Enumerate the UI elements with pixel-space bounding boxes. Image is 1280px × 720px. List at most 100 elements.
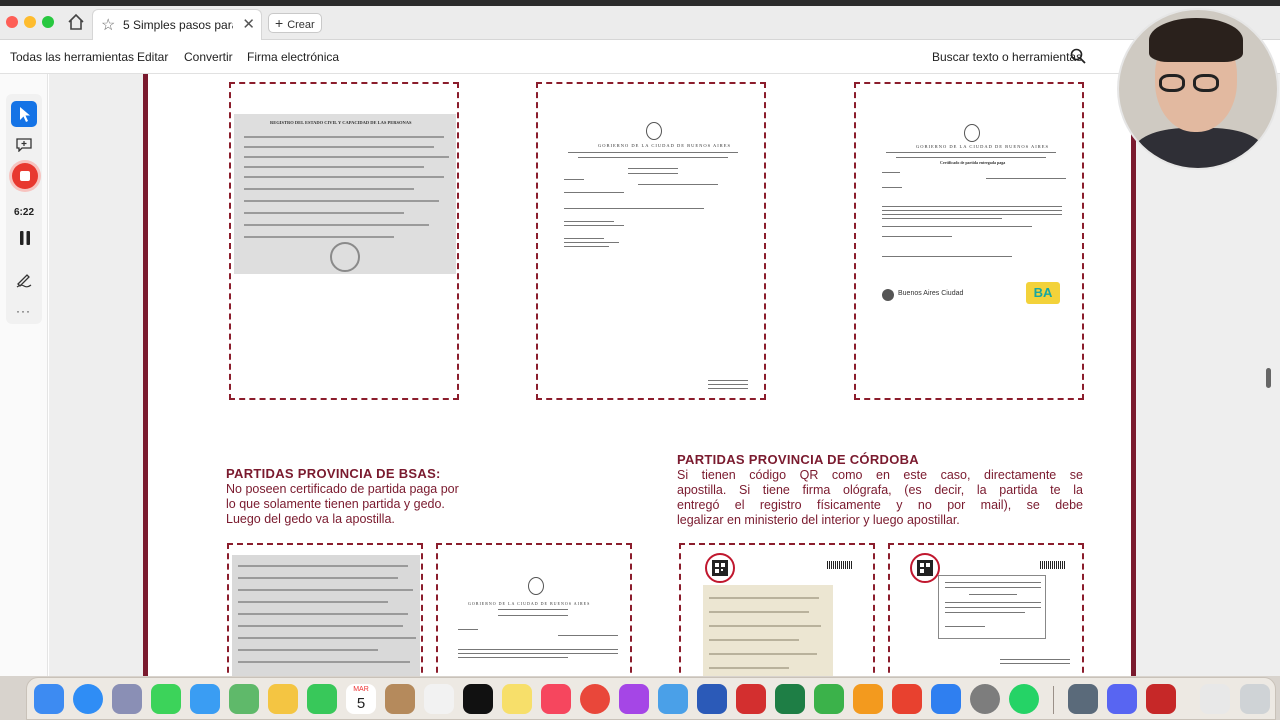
recording-time: 6:22 — [13, 207, 34, 218]
select-tool-icon[interactable] — [11, 101, 37, 127]
podcasts-icon[interactable] — [619, 684, 649, 714]
scanned-cordoba-record — [703, 585, 833, 680]
creative-cloud-icon[interactable] — [892, 684, 922, 714]
app-store-icon[interactable] — [931, 684, 961, 714]
zoom-window-button[interactable] — [42, 16, 54, 28]
minimize-window-button[interactable] — [24, 16, 36, 28]
document-frame-certificado: GOBIERNO DE LA CIUDAD DE BUENOS AIRES Ce… — [854, 82, 1084, 400]
tab-document[interactable]: ☆ 5 Simples pasos para a... ✕ — [92, 9, 262, 40]
plus-icon: + — [275, 15, 284, 31]
document-frame-registro: REGISTRO DEL ESTADO CIVIL Y CAPACIDAD DE… — [229, 82, 459, 400]
photos-icon[interactable] — [268, 684, 298, 714]
home-icon[interactable] — [66, 12, 86, 32]
ba-ciudad-label: Buenos Aires Ciudad — [898, 290, 964, 297]
digital-certificate-box — [938, 575, 1046, 639]
pages-icon[interactable] — [853, 684, 883, 714]
barcode-icon-2 — [1040, 561, 1066, 569]
contacts-icon[interactable] — [385, 684, 415, 714]
close-window-button[interactable] — [6, 16, 18, 28]
maps-icon[interactable] — [229, 684, 259, 714]
screen-recorder-icon[interactable] — [1068, 684, 1098, 714]
ba-logo: BA — [1026, 282, 1060, 304]
comment-icon[interactable] — [16, 138, 32, 153]
glasses-right — [1193, 74, 1219, 92]
chrome-icon[interactable] — [580, 684, 610, 714]
word-icon[interactable] — [697, 684, 727, 714]
search-icon[interactable] — [1070, 48, 1086, 64]
search-tools-label[interactable]: Buscar texto o herramientas — [932, 50, 1082, 64]
tab-title: 5 Simples pasos para a... — [123, 18, 233, 32]
cordoba-body-line-3: entregó el registro físicamente y no por… — [677, 498, 1083, 512]
webcam-overlay[interactable] — [1117, 8, 1279, 170]
gob-header-2: GOBIERNO DE LA CIUDAD DE BUENOS AIRES — [916, 144, 1050, 149]
barcode-icon — [827, 561, 853, 569]
safari-icon[interactable] — [73, 684, 103, 714]
document-frame-bsas-partida: GOBIERNO DE LA CIUDAD DE BUENOS AIRES — [436, 543, 632, 683]
pdf-page: REGISTRO DEL ESTADO CIVIL Y CAPACIDAD DE… — [143, 74, 1136, 683]
qr-code-icon-2 — [910, 553, 940, 583]
preview-icon[interactable] — [658, 684, 688, 714]
whatsapp-icon[interactable] — [1009, 684, 1039, 714]
cert-title: Certificado de partida entregada paga — [940, 160, 1006, 165]
create-button[interactable]: + Crear — [268, 13, 322, 33]
browser-tab-bar: ☆ 5 Simples pasos para a... ✕ +Crear — [0, 6, 1280, 40]
gob-header-3: GOBIERNO DE LA CIUDAD DE BUENOS AIRES — [468, 601, 591, 606]
left-tool-rail: 6:22 ··· — [0, 74, 48, 676]
qr-code-icon — [705, 553, 735, 583]
more-options-icon[interactable]: ··· — [16, 304, 31, 318]
presenter-body — [1133, 128, 1265, 168]
convert-menu[interactable]: Convertir — [184, 50, 233, 64]
document-viewport: REGISTRO DEL ESTADO CIVIL Y CAPACIDAD DE… — [49, 74, 1280, 683]
finder-icon[interactable] — [34, 684, 64, 714]
sign-pen-icon[interactable] — [15, 270, 33, 288]
document-frame-cordoba-digital — [888, 543, 1084, 683]
cordoba-body-line-1: Si tienen código QR como en este caso, d… — [677, 468, 1083, 482]
discord-icon[interactable] — [1107, 684, 1137, 714]
acrobat-doc-icon[interactable] — [1146, 684, 1176, 714]
ba-ciudad-icon — [882, 289, 894, 301]
close-tab-icon[interactable]: ✕ — [242, 15, 255, 33]
cordoba-body-line-4: legalizar en ministerio del interior y l… — [677, 513, 960, 527]
edit-menu[interactable]: Editar — [137, 50, 168, 64]
bsas-body-line-1: No poseen certificado de partida paga po… — [226, 482, 459, 496]
messages-icon[interactable] — [151, 684, 181, 714]
stop-recording-button[interactable] — [12, 163, 38, 189]
registro-header: REGISTRO DEL ESTADO CIVIL Y CAPACIDAD DE… — [270, 120, 412, 125]
coat-of-arms-icon — [646, 122, 662, 140]
coat-of-arms-icon-3 — [528, 577, 544, 595]
calendar-day: 5 — [356, 695, 366, 712]
numbers-icon[interactable] — [814, 684, 844, 714]
bsas-body-line-3: Luego del gedo va la apostilla. — [226, 512, 395, 526]
launchpad-icon[interactable] — [112, 684, 142, 714]
all-tools-menu[interactable]: Todas las herramientas — [10, 50, 134, 64]
e-sign-menu[interactable]: Firma electrónica — [247, 50, 339, 64]
vertical-scrollbar-thumb[interactable] — [1266, 368, 1271, 388]
notes-icon[interactable] — [502, 684, 532, 714]
mail-icon[interactable] — [190, 684, 220, 714]
music-icon[interactable] — [541, 684, 571, 714]
scanned-birth-record: REGISTRO DEL ESTADO CIVIL Y CAPACIDAD DE… — [234, 114, 456, 274]
reminders-icon[interactable] — [424, 684, 454, 714]
bsas-title: PARTIDAS PROVINCIA DE BSAS: — [226, 466, 441, 481]
system-settings-icon[interactable] — [970, 684, 1000, 714]
acrobat-toolbar: Todas las herramientas Editar Convertir … — [0, 40, 1280, 74]
stop-icon — [20, 171, 30, 181]
downloads-stack-icon[interactable] — [1200, 684, 1230, 714]
scanned-bsas-record — [232, 555, 420, 680]
calendar-icon[interactable]: MAR 5 — [346, 684, 376, 714]
acrobat-icon[interactable] — [736, 684, 766, 714]
dock-separator — [1053, 686, 1054, 714]
gob-header-1: GOBIERNO DE LA CIUDAD DE BUENOS AIRES — [598, 143, 732, 148]
excel-icon[interactable] — [775, 684, 805, 714]
bsas-body-line-2: lo que solamente tienen partida y gedo. — [226, 497, 445, 511]
star-icon[interactable]: ☆ — [101, 15, 115, 35]
facetime-icon[interactable] — [307, 684, 337, 714]
document-frame-bsas-scan — [227, 543, 423, 683]
stamp-seal — [330, 242, 360, 272]
document-frame-cordoba-scan — [679, 543, 875, 683]
pause-icon[interactable] — [18, 230, 32, 246]
cordoba-title: PARTIDAS PROVINCIA DE CÓRDOBA — [677, 452, 919, 467]
coat-of-arms-icon-2 — [964, 124, 980, 142]
apple-tv-icon[interactable] — [463, 684, 493, 714]
trash-icon[interactable] — [1240, 684, 1270, 714]
